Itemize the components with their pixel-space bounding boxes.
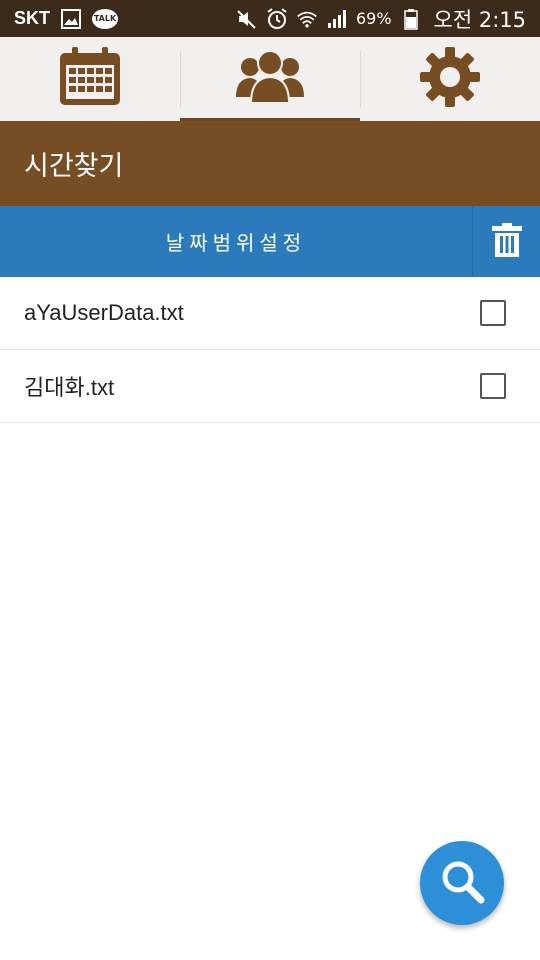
gallery-icon	[60, 8, 82, 30]
search-icon	[439, 858, 485, 908]
file-name: 김대화.txt	[24, 375, 115, 400]
search-fab-button[interactable]	[420, 841, 504, 925]
tab-settings[interactable]	[360, 37, 540, 121]
action-bar: 날짜범위설정	[0, 206, 540, 277]
tab-people[interactable]	[180, 37, 360, 121]
status-left: SKT TALK	[14, 8, 118, 30]
delete-button[interactable]	[472, 206, 540, 277]
battery-percent: 69%	[355, 9, 392, 28]
file-checkbox[interactable]	[480, 300, 506, 326]
signal-icon	[326, 8, 348, 30]
alarm-icon	[266, 7, 288, 30]
wifi-icon	[296, 8, 318, 30]
mute-icon	[236, 8, 258, 30]
status-bar: SKT TALK 69% 오전 2:15	[0, 0, 540, 37]
file-checkbox[interactable]	[480, 373, 506, 399]
file-name: aYaUserData.txt	[24, 300, 184, 325]
carrier-label: SKT	[14, 8, 50, 28]
clock: 오전 2:15	[433, 7, 526, 32]
people-icon	[234, 49, 306, 109]
page-title: 시간찾기	[24, 151, 124, 182]
tab-calendar[interactable]	[0, 37, 180, 121]
list-item[interactable]: aYaUserData.txt	[0, 277, 540, 350]
top-tab-bar	[0, 37, 540, 121]
battery-icon	[400, 8, 422, 30]
trash-icon	[491, 222, 522, 261]
gear-icon	[418, 45, 482, 113]
file-list: aYaUserData.txt 김대화.txt	[0, 277, 540, 423]
date-range-button[interactable]: 날짜범위설정	[0, 206, 472, 277]
list-item[interactable]: 김대화.txt	[0, 350, 540, 423]
kakaotalk-icon: TALK	[92, 8, 118, 29]
status-right: 69% 오전 2:15	[236, 4, 526, 34]
title-bar: 시간찾기	[0, 121, 540, 206]
calendar-icon	[58, 47, 122, 111]
